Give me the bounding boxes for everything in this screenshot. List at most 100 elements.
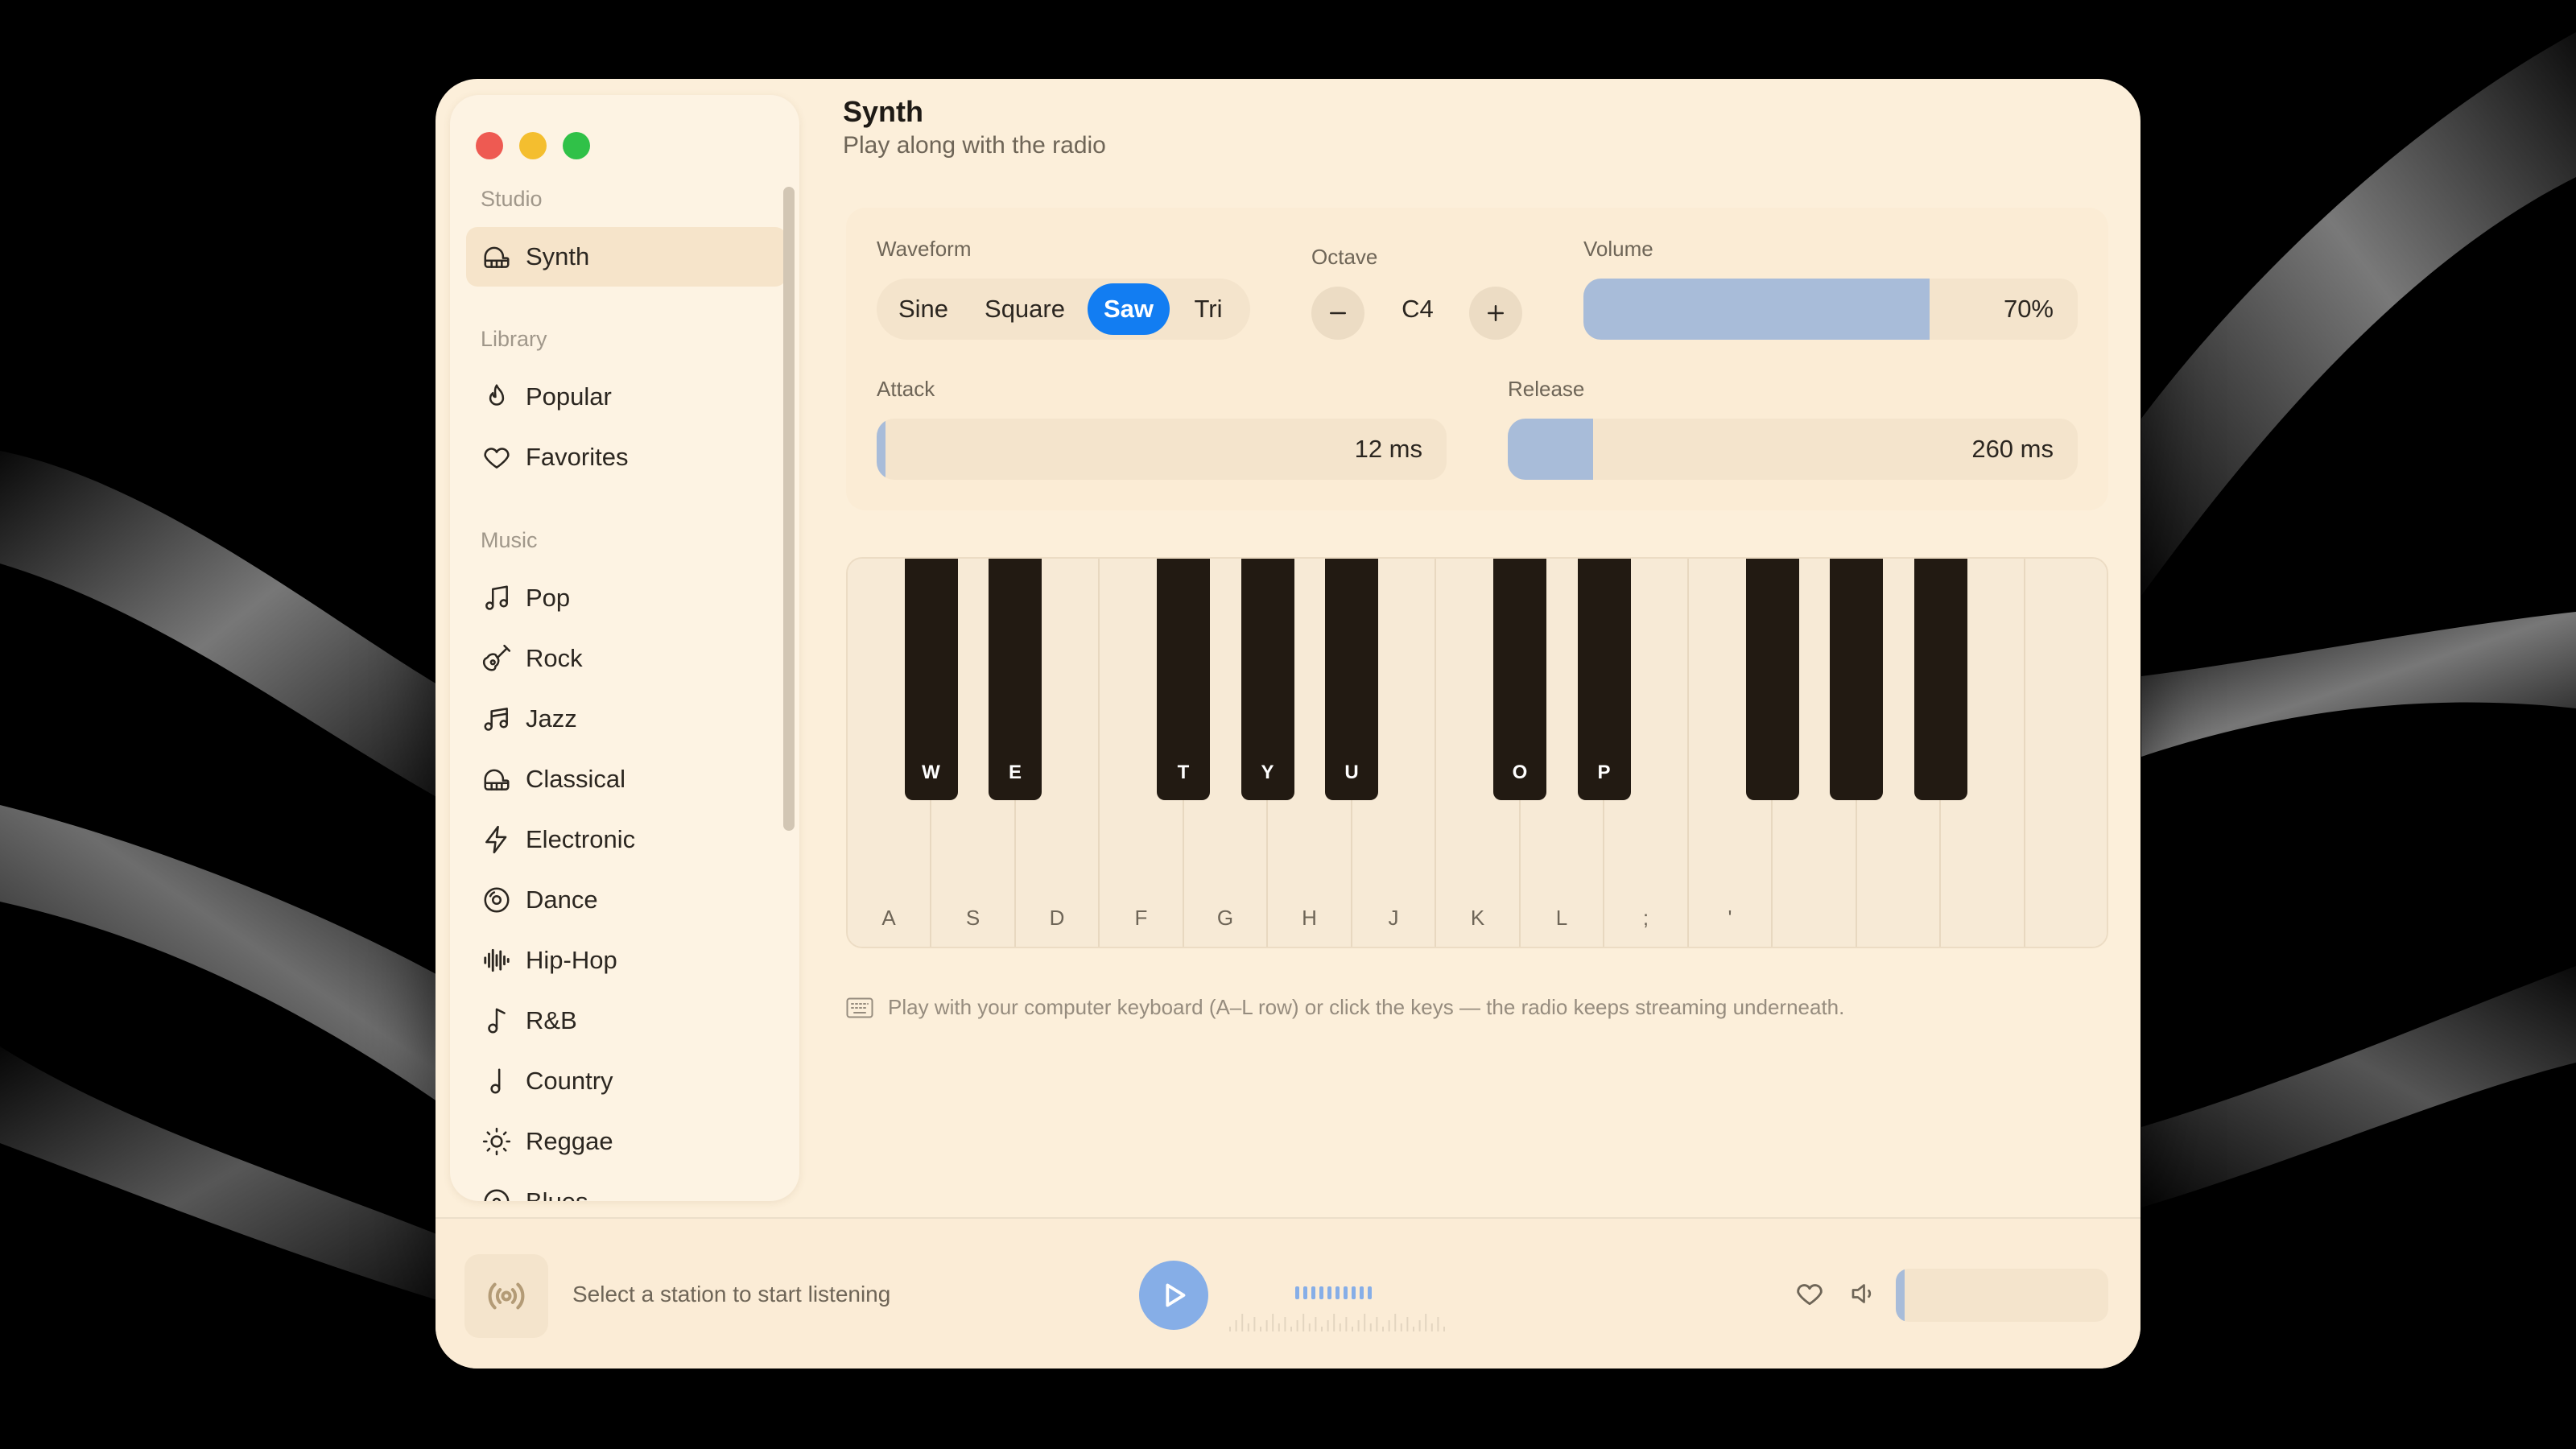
visualizer-tick — [1247, 1323, 1249, 1331]
piano-black-key[interactable] — [1913, 559, 1967, 800]
piano-black-key[interactable] — [1745, 559, 1799, 800]
music-note-icon — [481, 1065, 513, 1097]
sun-icon — [481, 1125, 513, 1158]
minimize-window-button[interactable] — [519, 132, 547, 159]
piano-key-label: P — [1597, 762, 1611, 783]
music-note-icon — [481, 1005, 513, 1037]
visualizer-tick — [1260, 1327, 1261, 1331]
piano-key-label: A — [881, 906, 896, 930]
visualizer-tick — [1235, 1320, 1237, 1331]
octave-value: C4 — [1402, 295, 1434, 323]
attack-slider[interactable]: 12 ms — [877, 419, 1447, 480]
sidebar-item-classical[interactable]: Classical — [466, 749, 786, 809]
zoom-window-button[interactable] — [563, 132, 590, 159]
sidebar-item-rock[interactable]: Rock — [466, 629, 786, 688]
synth-controls-panel: Waveform Sine Square Saw Tri Octave C4 V… — [846, 208, 2108, 510]
visualizer-tick — [1425, 1314, 1427, 1331]
visualizer-tick — [1339, 1323, 1341, 1331]
release-label: Release — [1508, 377, 1585, 401]
waveform-saw-button[interactable]: Saw — [1088, 283, 1170, 335]
section-label-library: Library — [481, 327, 547, 351]
piano-key-label: T — [1177, 762, 1190, 783]
visualizer-tick — [1437, 1317, 1439, 1331]
sidebar-item-label: Jazz — [526, 704, 577, 733]
attack-label: Attack — [877, 377, 935, 401]
disc-icon — [481, 884, 513, 916]
sidebar-item-jazz[interactable]: Jazz — [466, 689, 786, 749]
sidebar-item-blues[interactable]: Blues — [466, 1172, 786, 1201]
sidebar-item-label: Country — [526, 1067, 613, 1095]
player-bar: Select a station to start listening — [436, 1217, 2140, 1368]
sidebar-item-rnb[interactable]: R&B — [466, 991, 786, 1051]
piano-key-label: O — [1512, 762, 1528, 783]
sidebar-item-label: R&B — [526, 1006, 577, 1034]
player-volume-fill — [1896, 1269, 1905, 1322]
section-label-studio: Studio — [481, 187, 543, 211]
section-label-music: Music — [481, 528, 538, 552]
visualizer-tick — [1430, 1323, 1433, 1331]
mute-button[interactable] — [1846, 1277, 1880, 1311]
waveform-square-button[interactable]: Square — [968, 283, 1081, 335]
visualizer-tick — [1321, 1327, 1323, 1331]
visualizer-bar — [1303, 1286, 1307, 1299]
piano-black-key[interactable]: O — [1493, 559, 1546, 800]
play-icon — [1166, 1283, 1186, 1307]
piano-black-key[interactable]: Y — [1241, 559, 1294, 800]
piano-white-key[interactable] — [2025, 559, 2107, 947]
octave-decrease-button[interactable] — [1311, 287, 1364, 340]
sidebar-item-synth[interactable]: Synth — [466, 227, 786, 287]
sidebar-item-hip-hop[interactable]: Hip-Hop — [466, 931, 786, 990]
sidebar-item-label: Popular — [526, 382, 612, 411]
waveform-sine-button[interactable]: Sine — [881, 283, 965, 335]
sidebar-item-favorites[interactable]: Favorites — [466, 427, 786, 487]
player-volume-slider[interactable] — [1896, 1269, 2108, 1322]
sidebar-item-popular[interactable]: Popular — [466, 367, 786, 427]
piano-black-key[interactable]: E — [989, 559, 1042, 800]
sidebar-item-label: Electronic — [526, 825, 636, 853]
sidebar-scrollbar[interactable] — [783, 187, 795, 831]
release-slider[interactable]: 260 ms — [1508, 419, 2078, 480]
piano-key-label: S — [965, 906, 980, 930]
radio-broadcast-icon — [488, 1282, 525, 1310]
piano-black-key[interactable]: U — [1325, 559, 1378, 800]
sidebar-item-dance[interactable]: Dance — [466, 870, 786, 930]
sidebar-item-label: Rock — [526, 644, 583, 672]
visualizer-bar — [1344, 1286, 1348, 1299]
play-button[interactable] — [1139, 1261, 1208, 1330]
minus-icon — [1330, 312, 1346, 315]
visualizer-tick — [1418, 1320, 1421, 1331]
visualizer-tick — [1413, 1327, 1414, 1331]
waveform-label: Waveform — [877, 237, 972, 261]
visualizer-tick — [1364, 1314, 1366, 1331]
piano-icon — [481, 241, 513, 273]
sidebar-item-pop[interactable]: Pop — [466, 568, 786, 628]
disc-icon — [481, 1186, 513, 1201]
piano-black-key[interactable]: P — [1577, 559, 1631, 800]
piano-key-label: K — [1470, 906, 1485, 930]
speaker-icon — [1852, 1284, 1872, 1303]
page-title: Synth — [843, 95, 924, 128]
now-playing-text: Select a station to start listening — [572, 1282, 891, 1307]
volume-slider-fill — [1583, 279, 1930, 340]
attack-slider-fill — [877, 419, 886, 480]
piano-black-key[interactable]: T — [1157, 559, 1210, 800]
sidebar-item-label: Classical — [526, 765, 626, 793]
piano-black-key[interactable]: W — [904, 559, 958, 800]
waveform-segmented-control: Sine Square Saw Tri — [877, 279, 1250, 340]
sidebar-item-country[interactable]: Country — [466, 1051, 786, 1111]
sidebar-item-label: Hip-Hop — [526, 946, 617, 974]
sidebar-item-electronic[interactable]: Electronic — [466, 810, 786, 869]
sidebar-item-label: Pop — [526, 584, 571, 612]
piano-icon — [481, 763, 513, 795]
visualizer-tick — [1272, 1314, 1274, 1331]
favorite-button[interactable] — [1793, 1277, 1827, 1311]
close-window-button[interactable] — [476, 132, 503, 159]
volume-slider[interactable]: 70% — [1583, 279, 2078, 340]
piano-black-key[interactable] — [1830, 559, 1883, 800]
octave-increase-button[interactable] — [1469, 287, 1522, 340]
piano-key-label: E — [1008, 762, 1022, 783]
sidebar-item-reggae[interactable]: Reggae — [466, 1112, 786, 1171]
waveform-tri-button[interactable]: Tri — [1173, 283, 1244, 335]
volume-value: 70% — [2003, 295, 2054, 323]
visualizer-tick — [1296, 1320, 1298, 1331]
